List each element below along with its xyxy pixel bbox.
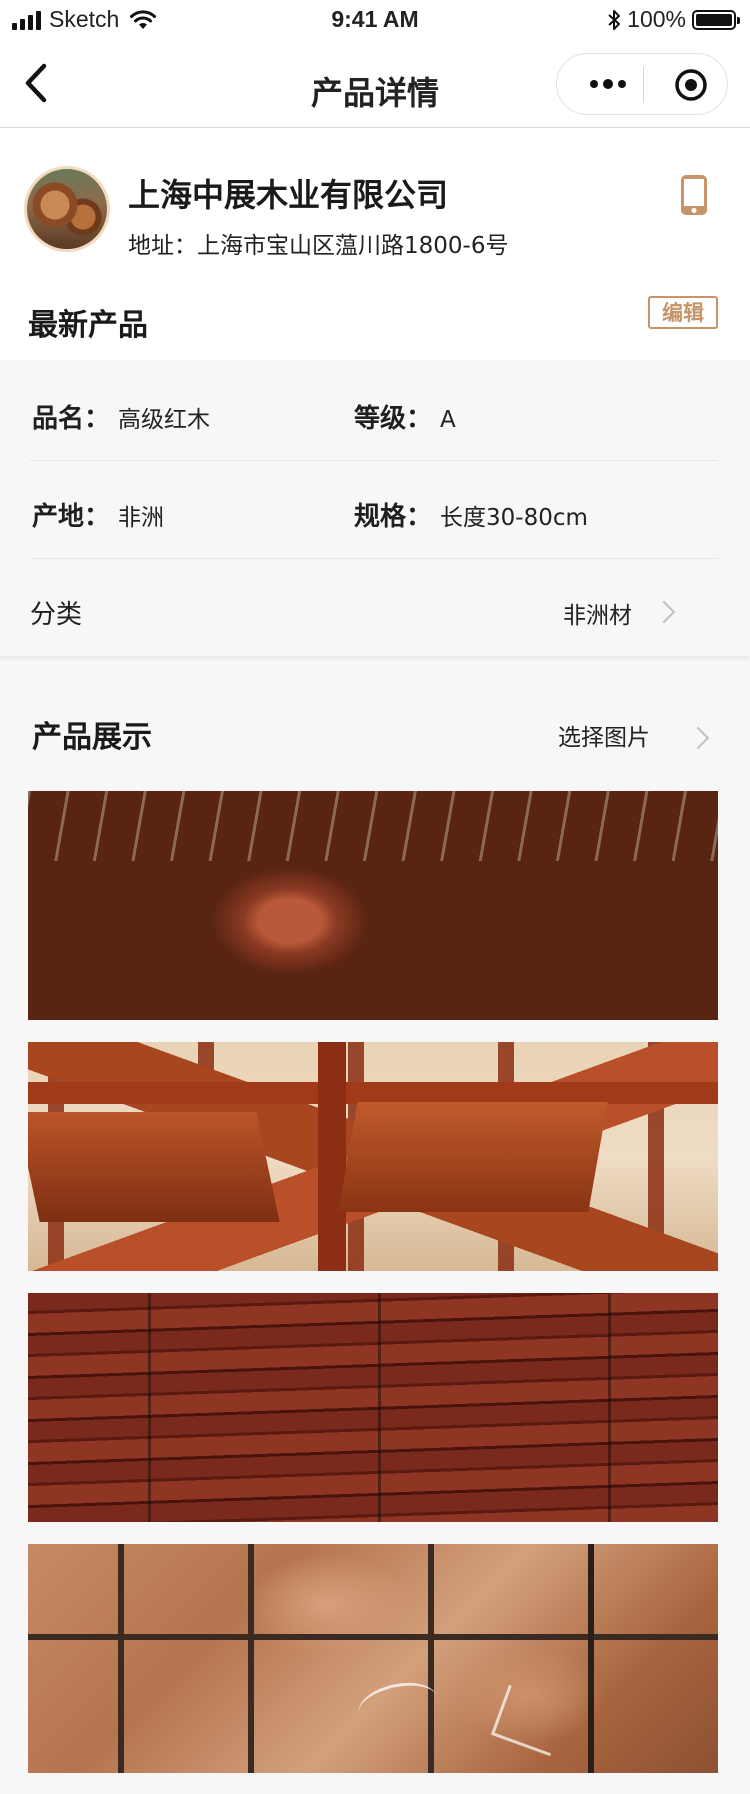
showcase-title: 产品展示	[32, 720, 152, 755]
choose-image-button[interactable]: 选择图片	[558, 718, 650, 752]
dot-icon	[590, 80, 598, 88]
target-icon	[675, 69, 707, 101]
company-name: 上海中展木业有限公司	[128, 176, 449, 214]
product-showcase: 产品展示 选择图片	[0, 676, 750, 1794]
product-info: 品名： 高级红木 等级： A 产地： 非洲 规格： 长度30-80cm 分类 非…	[0, 362, 750, 656]
planks-photo[interactable]	[28, 1293, 718, 1522]
phone-icon	[681, 175, 707, 215]
company-avatar	[24, 166, 110, 252]
latest-products-title: 最新产品	[28, 308, 148, 343]
product-name-value: 高级红木	[118, 407, 211, 433]
product-origin-label: 产地：	[32, 502, 111, 532]
dot-icon	[603, 79, 613, 89]
dot-icon	[618, 80, 626, 88]
nav-bar: 产品详情	[0, 40, 750, 128]
logs-photo[interactable]	[28, 791, 718, 1020]
status-right: 100%	[607, 6, 740, 33]
menu-capsule	[556, 53, 728, 115]
edit-button[interactable]: 编辑	[648, 296, 718, 329]
category-label: 分类	[30, 600, 83, 630]
category-row[interactable]: 分类 非洲材	[30, 558, 718, 656]
product-grade-label: 等级：	[354, 404, 433, 434]
product-grade-field: 等级： A	[354, 398, 456, 435]
furniture-photo[interactable]	[28, 1042, 718, 1271]
product-name-field: 品名： 高级红木	[32, 398, 210, 435]
bluetooth-icon	[608, 9, 621, 30]
product-grade-value: A	[440, 407, 456, 433]
product-spec-value: 长度30-80cm	[440, 505, 588, 531]
battery-percent: 100%	[627, 6, 686, 32]
battery-icon	[692, 9, 740, 30]
product-origin-value: 非洲	[118, 505, 165, 531]
info-row-name-grade: 品名： 高级红木 等级： A	[30, 362, 718, 461]
company-address: 地址：上海市宝山区蕰川路1800-6号	[128, 233, 509, 259]
phone-button[interactable]	[680, 174, 708, 216]
product-name-label: 品名：	[32, 404, 111, 434]
product-origin-field: 产地： 非洲	[32, 496, 164, 533]
category-value: 非洲材	[563, 603, 632, 629]
status-bar: Sketch 9:41 AM 100%	[0, 0, 750, 40]
blocks-photo[interactable]	[28, 1544, 718, 1773]
chevron-right-icon	[652, 600, 676, 624]
chevron-right-icon	[686, 726, 710, 750]
more-button[interactable]	[577, 54, 639, 114]
info-row-origin-spec: 产地： 非洲 规格： 长度30-80cm	[30, 460, 718, 559]
product-spec-label: 规格：	[354, 502, 433, 532]
product-spec-field: 规格： 长度30-80cm	[354, 496, 588, 533]
capsule-divider	[643, 67, 644, 103]
close-miniprogram-button[interactable]	[673, 67, 709, 103]
company-card: 上海中展木业有限公司 地址：上海市宝山区蕰川路1800-6号 最新产品 编辑	[0, 128, 750, 360]
